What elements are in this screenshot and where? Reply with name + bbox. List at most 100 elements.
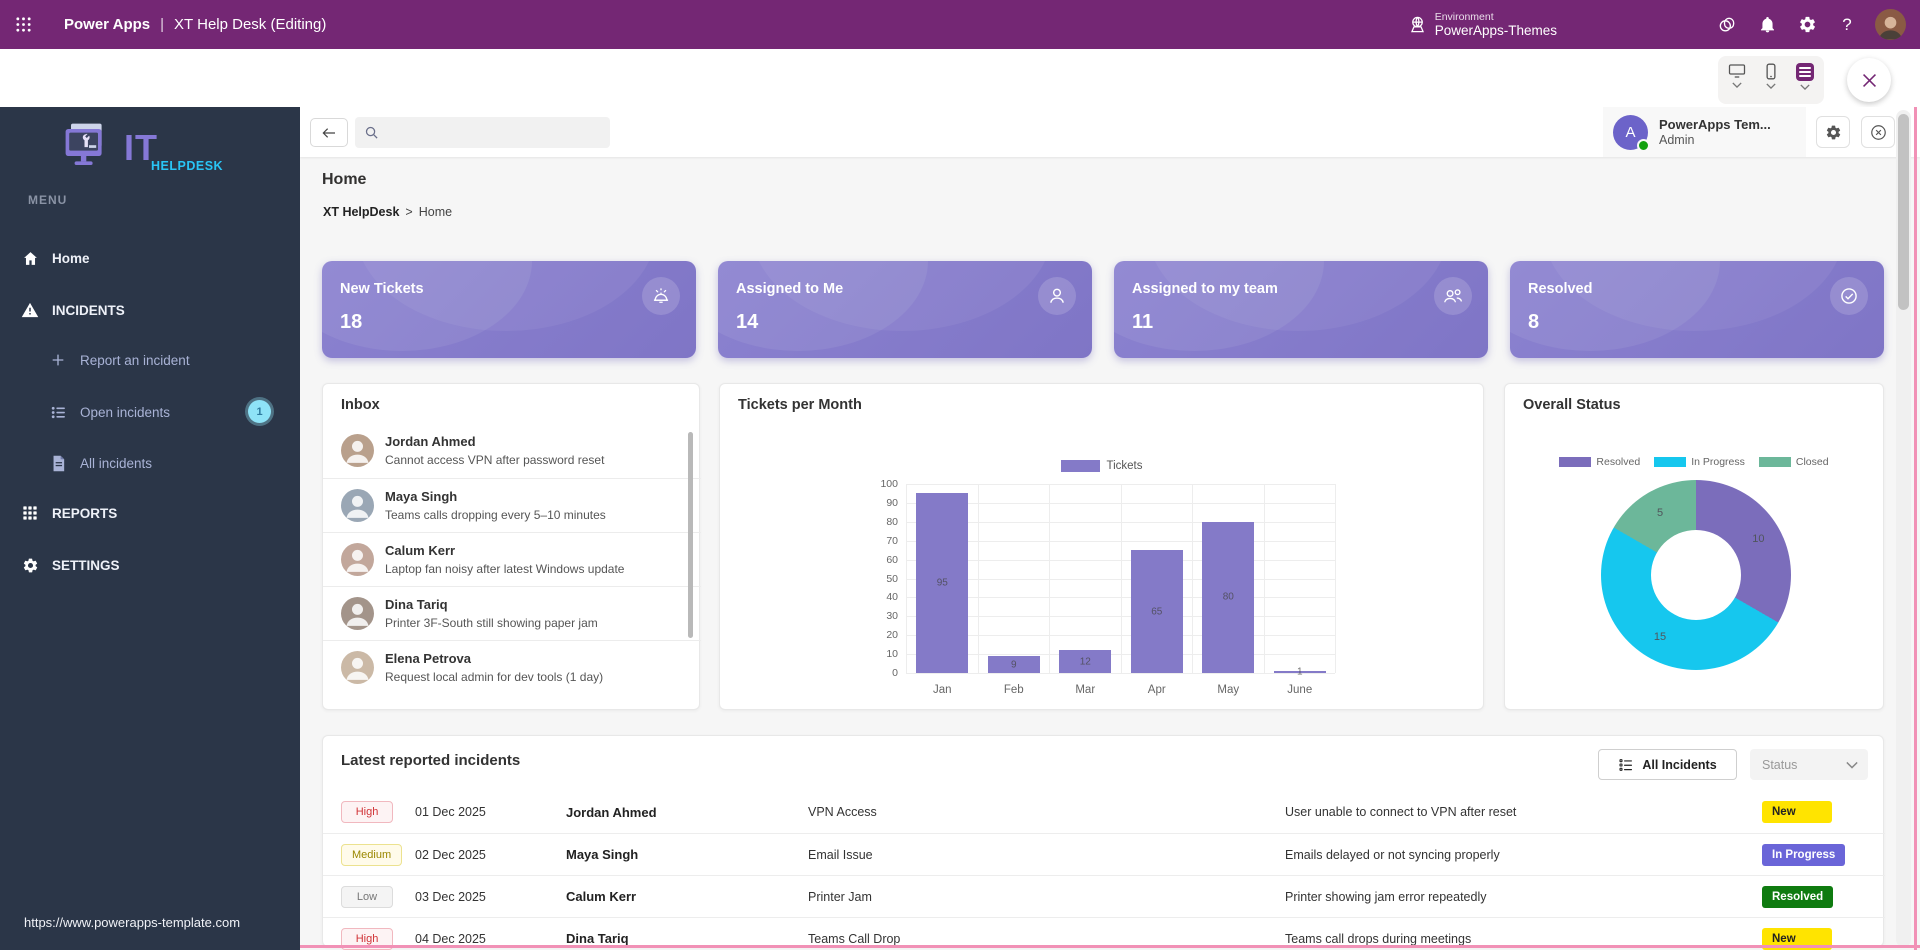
inbox-title: Inbox xyxy=(341,397,380,413)
y-axis-tick: 10 xyxy=(868,648,898,660)
home-icon xyxy=(20,250,40,267)
donut-chart: 10155 xyxy=(1601,480,1791,670)
bar[interactable]: 1 xyxy=(1274,671,1326,673)
incident-row[interactable]: High01 Dec 2025Jordan AhmedVPN AccessUse… xyxy=(323,791,1885,833)
sign-out-button[interactable] xyxy=(1861,116,1895,148)
account-avatar[interactable] xyxy=(1875,9,1906,40)
logo-secondary-text: HELPDESK xyxy=(151,159,223,173)
stat-card-assigned-to-team[interactable]: Assigned to my team 11 xyxy=(1114,261,1488,358)
title-separator: | xyxy=(160,16,164,33)
incident-date: 03 Dec 2025 xyxy=(415,890,486,904)
bar[interactable]: 12 xyxy=(1059,650,1111,673)
breadcrumb-root[interactable]: XT HelpDesk xyxy=(323,205,399,219)
environment-icon xyxy=(1408,15,1427,34)
sidebar-item-label: SETTINGS xyxy=(52,558,120,573)
avatar xyxy=(341,434,374,467)
status-badge: In Progress xyxy=(1762,844,1845,866)
stat-value: 14 xyxy=(736,311,758,334)
inbox-message[interactable]: Jordan AhmedCannot access VPN after pass… xyxy=(323,424,701,478)
legend-swatch xyxy=(1654,457,1686,467)
all-incidents-filter-button[interactable]: All Incidents xyxy=(1598,749,1737,780)
avatar xyxy=(341,489,374,522)
desktop-preview-button[interactable] xyxy=(1728,63,1746,88)
sidebar-item-label: Open incidents xyxy=(80,405,170,420)
inbox-panel: Inbox Jordan AhmedCannot access VPN afte… xyxy=(322,383,700,710)
inbox-preview: Request local admin for dev tools (1 day… xyxy=(385,670,681,684)
bar[interactable]: 95 xyxy=(916,493,968,673)
sidebar-item-reports[interactable]: REPORTS xyxy=(0,495,300,531)
sidebar-item-label: All incidents xyxy=(80,456,152,471)
canvas-scrollbar[interactable] xyxy=(1896,110,1911,947)
bar[interactable]: 80 xyxy=(1202,522,1254,673)
incident-severity-cell: Medium xyxy=(341,844,402,866)
donut-value-label: 10 xyxy=(1752,533,1764,545)
notifications-button[interactable] xyxy=(1747,0,1787,49)
back-button[interactable] xyxy=(310,118,348,147)
stat-label: Assigned to Me xyxy=(736,281,843,297)
brand-label[interactable]: Power Apps xyxy=(64,16,150,33)
user-initial: A xyxy=(1625,124,1635,141)
person-photo-icon xyxy=(1875,11,1906,40)
bar-value-label: 12 xyxy=(1080,656,1091,667)
bar[interactable]: 65 xyxy=(1131,550,1183,673)
help-button[interactable]: ? xyxy=(1827,0,1867,49)
incident-row[interactable]: Medium02 Dec 2025Maya SinghEmail IssueEm… xyxy=(323,833,1885,875)
y-axis-tick: 40 xyxy=(868,591,898,603)
legend-item[interactable]: Resolved xyxy=(1559,456,1640,468)
search-input[interactable] xyxy=(385,125,595,140)
form-preview-button[interactable] xyxy=(1796,63,1814,90)
environment-picker[interactable]: Environment PowerApps-Themes xyxy=(1408,11,1557,39)
plus-icon xyxy=(48,352,68,368)
incident-severity-cell: Low xyxy=(341,886,393,908)
sidebar-item-label: Home xyxy=(52,251,90,266)
stat-card-assigned-to-me[interactable]: Assigned to Me 14 xyxy=(718,261,1092,358)
incident-description: User unable to connect to VPN after rese… xyxy=(1285,805,1516,819)
bulleted-list-icon xyxy=(48,404,68,421)
settings-button[interactable] xyxy=(1787,0,1827,49)
environment-name: PowerApps-Themes xyxy=(1435,23,1557,39)
bar[interactable]: 9 xyxy=(988,656,1040,673)
stat-card-resolved[interactable]: Resolved 8 xyxy=(1510,261,1884,358)
open-incidents-count-badge: 1 xyxy=(248,400,271,423)
sidebar-item-open-incidents[interactable]: Open incidents 1 xyxy=(0,394,300,430)
inbox-message[interactable]: Dina TariqPrinter 3F-South still showing… xyxy=(323,586,701,640)
stat-label: Assigned to my team xyxy=(1132,281,1278,297)
bar-value-label: 80 xyxy=(1223,592,1234,603)
sidebar-item-all-incidents[interactable]: All incidents xyxy=(0,445,300,481)
sidebar-item-settings[interactable]: SETTINGS xyxy=(0,547,300,583)
legend-swatch xyxy=(1061,460,1100,472)
footer-url[interactable]: https://www.powerapps-template.com xyxy=(24,915,240,930)
bar-slot: 1June xyxy=(1264,484,1336,673)
app-launcher-button[interactable] xyxy=(0,0,46,49)
inbox-scrollbar[interactable] xyxy=(688,432,693,638)
stat-card-new-tickets[interactable]: New Tickets 18 xyxy=(322,261,696,358)
sidebar: IT HELPDESK MENU Home INCIDENTS Report a… xyxy=(0,107,300,950)
legend-item[interactable]: Closed xyxy=(1759,456,1829,468)
donut-hole xyxy=(1651,530,1741,620)
incident-reporter: Jordan Ahmed xyxy=(566,805,657,820)
document-title: XT Help Desk (Editing) xyxy=(174,16,326,33)
phone-preview-button[interactable] xyxy=(1765,63,1777,89)
incident-row[interactable]: Low03 Dec 2025Calum KerrPrinter JamPrint… xyxy=(323,875,1885,917)
current-user[interactable]: A PowerApps Tem... Admin xyxy=(1603,107,1806,157)
status-dropdown[interactable]: Status xyxy=(1750,749,1868,780)
document-icon xyxy=(48,455,68,472)
donut-chart-title: Overall Status xyxy=(1523,397,1621,413)
copilot-button[interactable] xyxy=(1707,0,1747,49)
sidebar-item-incidents[interactable]: INCIDENTS xyxy=(0,292,300,328)
power-apps-studio: Power Apps | XT Help Desk (Editing) Envi… xyxy=(0,0,1920,950)
inbox-message[interactable]: Calum KerrLaptop fan noisy after latest … xyxy=(323,532,701,586)
app-settings-button[interactable] xyxy=(1816,116,1850,148)
legend-swatch xyxy=(1559,457,1591,467)
bar-value-label: 1 xyxy=(1297,667,1303,678)
legend-item[interactable]: In Progress xyxy=(1654,456,1745,468)
environment-label: Environment xyxy=(1435,11,1557,23)
search-box xyxy=(355,117,610,148)
sidebar-item-label: REPORTS xyxy=(52,506,117,521)
inbox-message[interactable]: Maya SinghTeams calls dropping every 5–1… xyxy=(323,478,701,532)
inbox-message[interactable]: Elena PetrovaRequest local admin for dev… xyxy=(323,640,701,694)
scrollbar-thumb[interactable] xyxy=(1898,114,1909,310)
sidebar-item-home[interactable]: Home xyxy=(0,240,300,276)
close-preview-button[interactable] xyxy=(1847,58,1891,102)
sidebar-item-report-incident[interactable]: Report an incident xyxy=(0,342,300,378)
